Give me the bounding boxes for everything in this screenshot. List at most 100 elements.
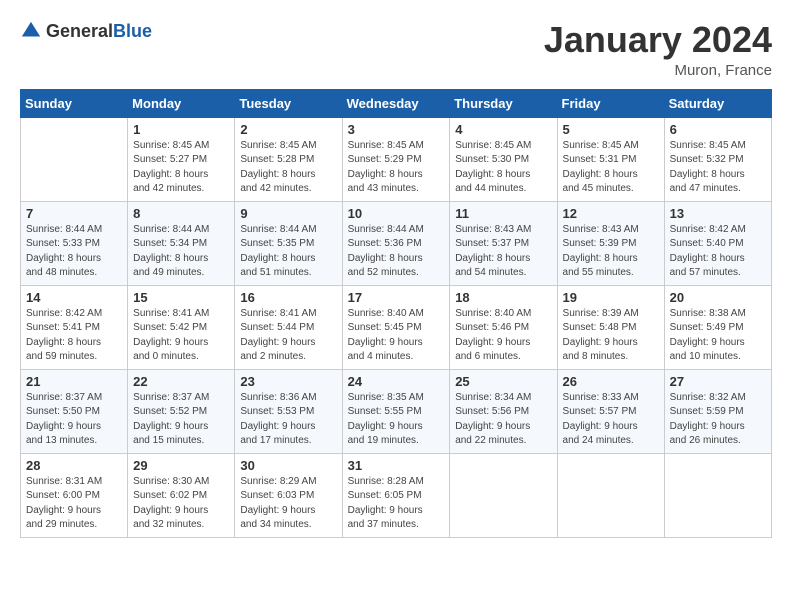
day-number: 25 <box>455 374 551 389</box>
calendar-week-row: 21 Sunrise: 8:37 AMSunset: 5:50 PMDayligh… <box>21 369 772 453</box>
calendar-cell: 3 Sunrise: 8:45 AMSunset: 5:29 PMDaylight… <box>342 117 450 201</box>
day-info: Sunrise: 8:42 AMSunset: 5:41 PMDaylight:… <box>26 307 122 365</box>
day-info: Sunrise: 8:29 AMSunset: 6:03 PMDaylight:… <box>240 475 336 533</box>
day-number: 21 <box>26 374 122 389</box>
day-info: Sunrise: 8:28 AMSunset: 6:05 PMDaylight:… <box>348 475 445 533</box>
logo-icon <box>20 20 42 42</box>
calendar-week-row: 7 Sunrise: 8:44 AMSunset: 5:33 PMDaylight… <box>21 201 772 285</box>
day-info: Sunrise: 8:45 AMSunset: 5:29 PMDaylight:… <box>348 139 445 197</box>
calendar-cell: 8 Sunrise: 8:44 AMSunset: 5:34 PMDaylight… <box>128 201 235 285</box>
calendar-cell: 19 Sunrise: 8:39 AMSunset: 5:48 PMDayligh… <box>557 285 664 369</box>
day-info: Sunrise: 8:39 AMSunset: 5:48 PMDaylight:… <box>563 307 659 365</box>
day-info: Sunrise: 8:41 AMSunset: 5:42 PMDaylight:… <box>133 307 229 365</box>
calendar-cell: 18Sunrise: 8:40 AMSunset: 5:46 PMDayligh… <box>450 285 557 369</box>
day-number: 13 <box>670 206 766 221</box>
calendar-cell: 4 Sunrise: 8:45 AMSunset: 5:30 PMDaylight… <box>450 117 557 201</box>
calendar-cell: 28 Sunrise: 8:31 AMSunset: 6:00 PMDayligh… <box>21 453 128 537</box>
page-header: GeneralBlue January 2024 Muron, France <box>20 20 772 79</box>
weekday-header: Saturday <box>664 89 771 117</box>
day-number: 7 <box>26 206 122 221</box>
day-number: 28 <box>26 458 122 473</box>
calendar-cell: 12Sunrise: 8:43 AMSunset: 5:39 PMDayligh… <box>557 201 664 285</box>
weekday-header: Sunday <box>21 89 128 117</box>
day-info: Sunrise: 8:44 AMSunset: 5:36 PMDaylight:… <box>348 223 445 281</box>
day-info: Sunrise: 8:33 AMSunset: 5:57 PMDaylight:… <box>563 391 659 449</box>
calendar-cell: 31 Sunrise: 8:28 AMSunset: 6:05 PMDayligh… <box>342 453 450 537</box>
day-number: 19 <box>563 290 659 305</box>
logo-general: General <box>46 21 113 41</box>
day-info: Sunrise: 8:44 AMSunset: 5:34 PMDaylight:… <box>133 223 229 281</box>
calendar-cell: 11 Sunrise: 8:43 AMSunset: 5:37 PMDayligh… <box>450 201 557 285</box>
day-number: 24 <box>348 374 445 389</box>
day-number: 26 <box>563 374 659 389</box>
day-info: Sunrise: 8:38 AMSunset: 5:49 PMDaylight:… <box>670 307 766 365</box>
day-info: Sunrise: 8:45 AMSunset: 5:31 PMDaylight:… <box>563 139 659 197</box>
day-number: 6 <box>670 122 766 137</box>
calendar-cell: 26 Sunrise: 8:33 AMSunset: 5:57 PMDayligh… <box>557 369 664 453</box>
day-number: 23 <box>240 374 336 389</box>
day-number: 20 <box>670 290 766 305</box>
day-number: 10 <box>348 206 445 221</box>
day-number: 14 <box>26 290 122 305</box>
day-info: Sunrise: 8:45 AMSunset: 5:30 PMDaylight:… <box>455 139 551 197</box>
logo-blue: Blue <box>113 21 152 41</box>
day-info: Sunrise: 8:30 AMSunset: 6:02 PMDaylight:… <box>133 475 229 533</box>
weekday-header-row: SundayMondayTuesdayWednesdayThursdayFrid… <box>21 89 772 117</box>
day-info: Sunrise: 8:40 AMSunset: 5:45 PMDaylight:… <box>348 307 445 365</box>
calendar-cell: 16 Sunrise: 8:41 AMSunset: 5:44 PMDayligh… <box>235 285 342 369</box>
day-info: Sunrise: 8:45 AMSunset: 5:28 PMDaylight:… <box>240 139 336 197</box>
weekday-header: Monday <box>128 89 235 117</box>
day-number: 29 <box>133 458 229 473</box>
day-number: 8 <box>133 206 229 221</box>
calendar-cell <box>664 453 771 537</box>
day-number: 16 <box>240 290 336 305</box>
calendar-week-row: 14 Sunrise: 8:42 AMSunset: 5:41 PMDayligh… <box>21 285 772 369</box>
calendar-cell: 22Sunrise: 8:37 AMSunset: 5:52 PMDayligh… <box>128 369 235 453</box>
calendar-cell <box>450 453 557 537</box>
calendar-cell: 29 Sunrise: 8:30 AMSunset: 6:02 PMDayligh… <box>128 453 235 537</box>
day-info: Sunrise: 8:42 AMSunset: 5:40 PMDaylight:… <box>670 223 766 281</box>
logo: GeneralBlue <box>20 20 152 42</box>
day-number: 9 <box>240 206 336 221</box>
calendar-cell: 14 Sunrise: 8:42 AMSunset: 5:41 PMDayligh… <box>21 285 128 369</box>
day-number: 1 <box>133 122 229 137</box>
day-info: Sunrise: 8:37 AMSunset: 5:50 PMDaylight:… <box>26 391 122 449</box>
day-info: Sunrise: 8:41 AMSunset: 5:44 PMDaylight:… <box>240 307 336 365</box>
day-number: 11 <box>455 206 551 221</box>
day-number: 4 <box>455 122 551 137</box>
calendar-cell: 7 Sunrise: 8:44 AMSunset: 5:33 PMDaylight… <box>21 201 128 285</box>
calendar-cell: 1Sunrise: 8:45 AMSunset: 5:27 PMDaylight… <box>128 117 235 201</box>
month-title: January 2024 <box>544 20 772 60</box>
day-info: Sunrise: 8:31 AMSunset: 6:00 PMDaylight:… <box>26 475 122 533</box>
calendar-cell: 21 Sunrise: 8:37 AMSunset: 5:50 PMDayligh… <box>21 369 128 453</box>
weekday-header: Friday <box>557 89 664 117</box>
calendar-cell: 17Sunrise: 8:40 AMSunset: 5:45 PMDayligh… <box>342 285 450 369</box>
day-number: 31 <box>348 458 445 473</box>
calendar-cell: 13 Sunrise: 8:42 AMSunset: 5:40 PMDayligh… <box>664 201 771 285</box>
calendar-cell: 20 Sunrise: 8:38 AMSunset: 5:49 PMDayligh… <box>664 285 771 369</box>
day-number: 30 <box>240 458 336 473</box>
calendar-cell: 2Sunrise: 8:45 AMSunset: 5:28 PMDaylight… <box>235 117 342 201</box>
title-block: January 2024 Muron, France <box>544 20 772 79</box>
day-info: Sunrise: 8:45 AMSunset: 5:32 PMDaylight:… <box>670 139 766 197</box>
day-info: Sunrise: 8:34 AMSunset: 5:56 PMDaylight:… <box>455 391 551 449</box>
calendar-cell: 24 Sunrise: 8:35 AMSunset: 5:55 PMDayligh… <box>342 369 450 453</box>
calendar-table: SundayMondayTuesdayWednesdayThursdayFrid… <box>20 89 772 538</box>
day-info: Sunrise: 8:44 AMSunset: 5:35 PMDaylight:… <box>240 223 336 281</box>
day-info: Sunrise: 8:44 AMSunset: 5:33 PMDaylight:… <box>26 223 122 281</box>
day-info: Sunrise: 8:43 AMSunset: 5:37 PMDaylight:… <box>455 223 551 281</box>
calendar-cell: 9 Sunrise: 8:44 AMSunset: 5:35 PMDaylight… <box>235 201 342 285</box>
calendar-cell <box>21 117 128 201</box>
day-info: Sunrise: 8:35 AMSunset: 5:55 PMDaylight:… <box>348 391 445 449</box>
day-number: 15 <box>133 290 229 305</box>
day-number: 12 <box>563 206 659 221</box>
day-number: 5 <box>563 122 659 137</box>
calendar-cell <box>557 453 664 537</box>
calendar-week-row: 1Sunrise: 8:45 AMSunset: 5:27 PMDaylight… <box>21 117 772 201</box>
location: Muron, France <box>544 62 772 79</box>
calendar-cell: 27Sunrise: 8:32 AMSunset: 5:59 PMDayligh… <box>664 369 771 453</box>
day-number: 3 <box>348 122 445 137</box>
calendar-cell: 6 Sunrise: 8:45 AMSunset: 5:32 PMDaylight… <box>664 117 771 201</box>
day-number: 27 <box>670 374 766 389</box>
calendar-week-row: 28 Sunrise: 8:31 AMSunset: 6:00 PMDayligh… <box>21 453 772 537</box>
